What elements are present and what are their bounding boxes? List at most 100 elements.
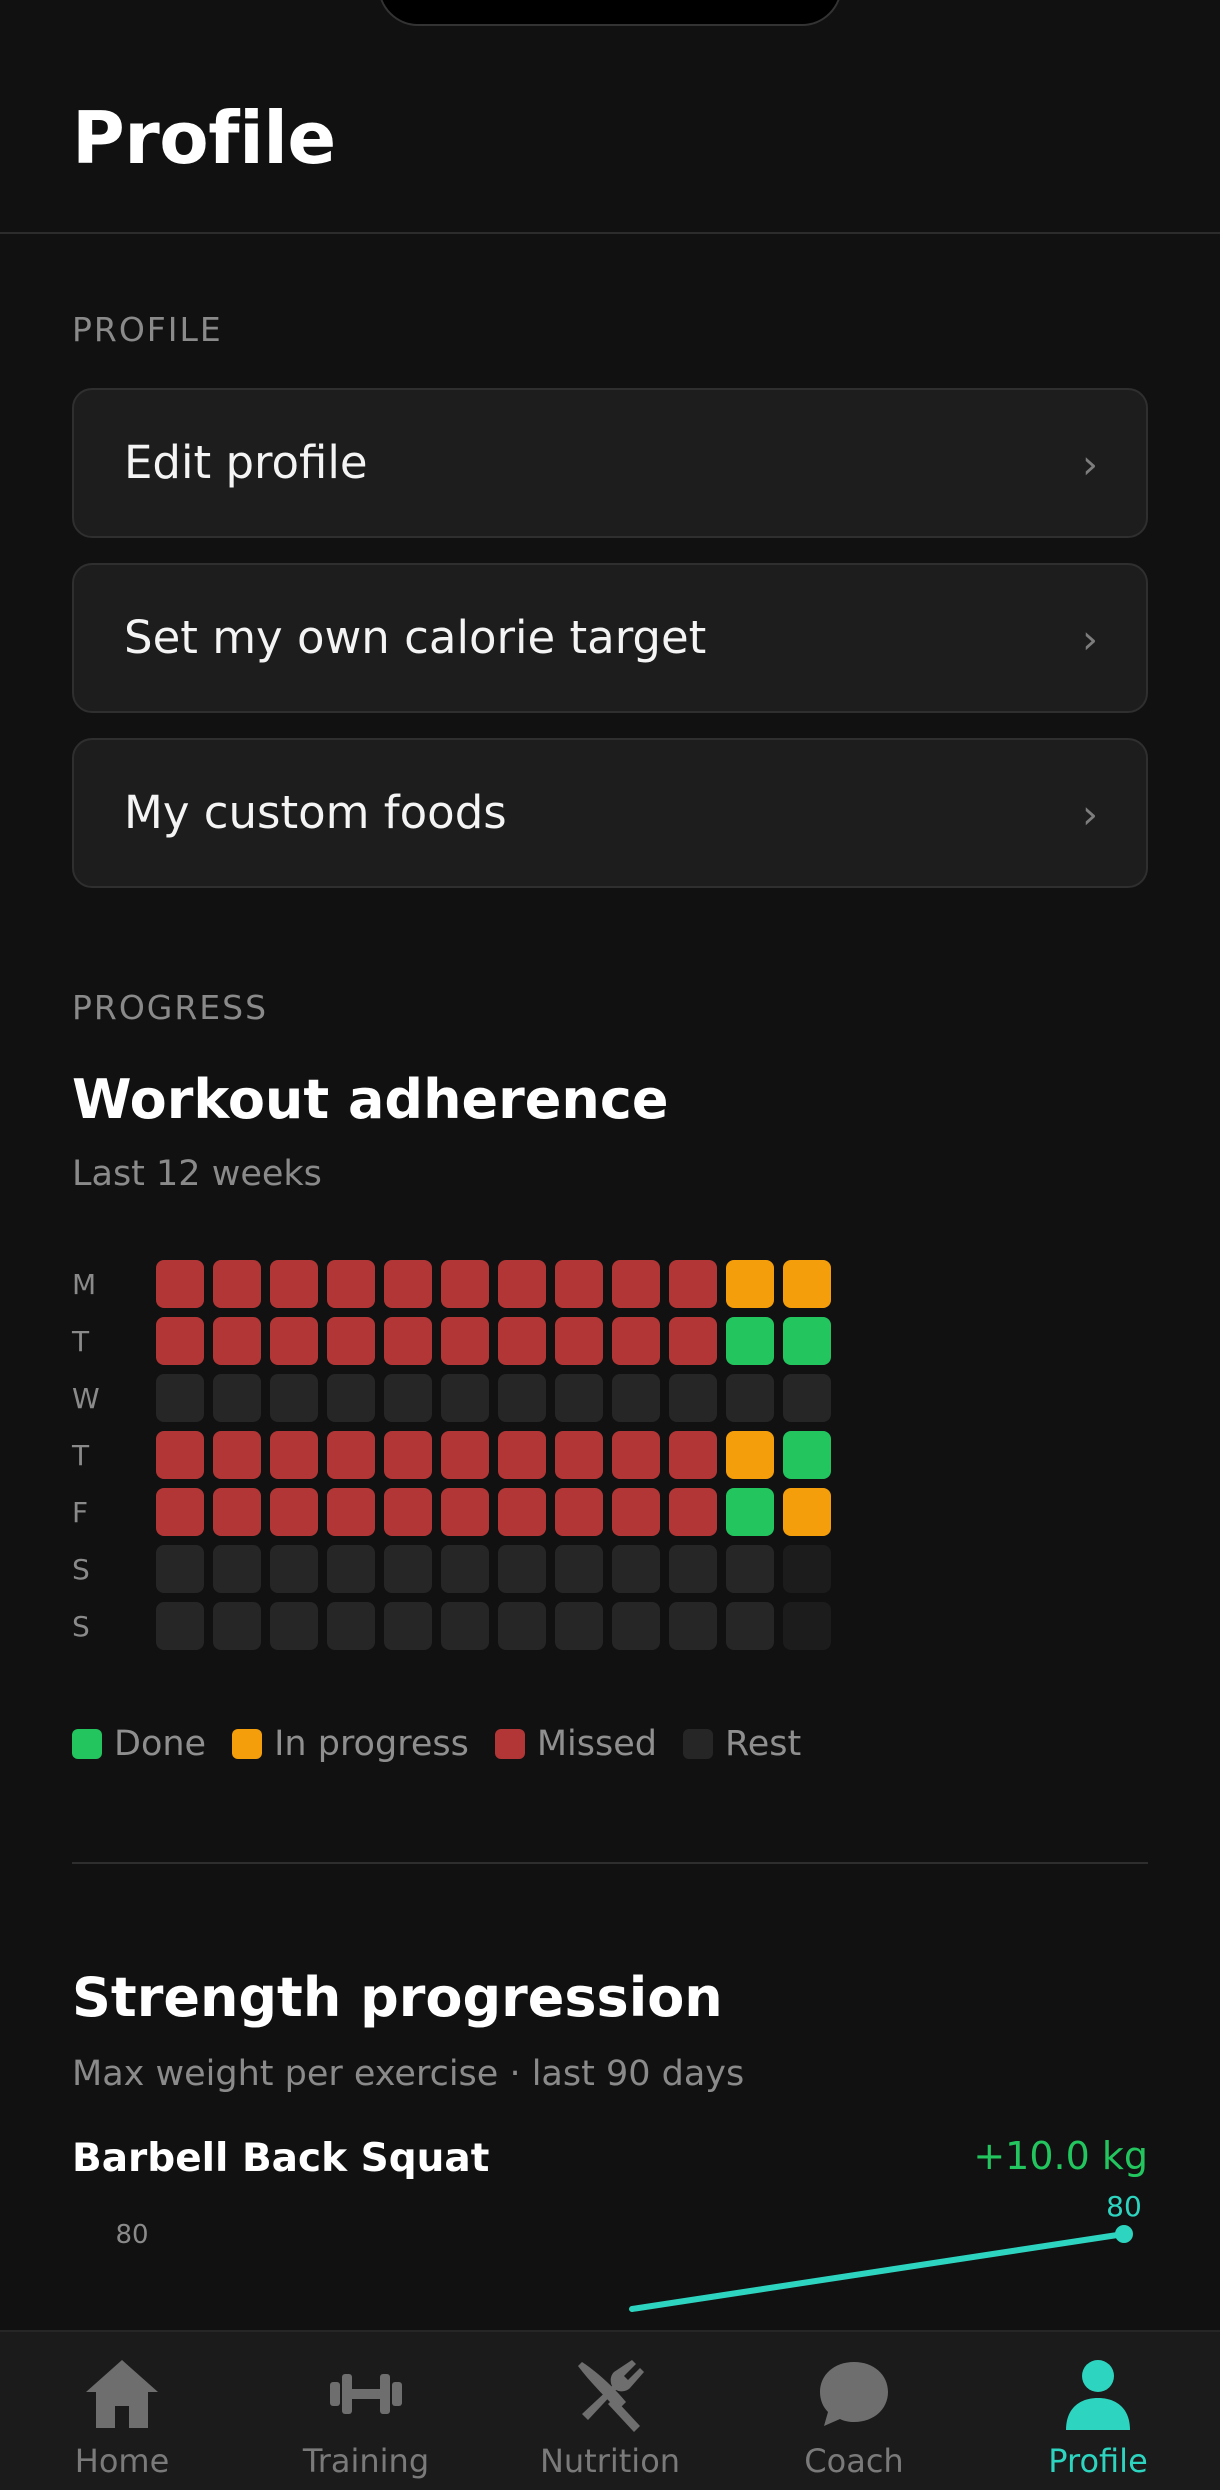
heatmap-cell <box>270 1374 318 1422</box>
heatmap-cell <box>327 1431 375 1479</box>
legend-swatch <box>494 1729 525 1759</box>
legend-label: Done <box>114 1724 207 1764</box>
heatmap-cell <box>498 1317 546 1365</box>
series-line <box>629 2231 1127 2312</box>
heatmap-cell <box>441 1488 489 1536</box>
heatmap-cell <box>384 1602 432 1650</box>
heatmap-cell <box>726 1260 774 1308</box>
tab-nutrition[interactable]: Nutrition <box>488 2332 732 2490</box>
day-label: T <box>72 1439 90 1472</box>
exercise-name: Barbell Back Squat <box>72 2136 490 2181</box>
heatmap-cell <box>384 1260 432 1308</box>
heatmap-cell <box>669 1317 717 1365</box>
heatmap-cell <box>270 1260 318 1308</box>
heatmap-cell <box>612 1374 660 1422</box>
adherence-subtitle: Last 12 weeks <box>72 1154 322 1194</box>
legend-swatch <box>232 1729 263 1759</box>
person-icon <box>1066 2360 1130 2430</box>
section-label-profile: PROFILE <box>72 310 223 349</box>
heatmap-cell <box>441 1545 489 1593</box>
legend-swatch <box>72 1729 102 1759</box>
chevron-right-icon: › <box>1082 442 1098 488</box>
heatmap-cell <box>669 1431 717 1479</box>
legend-label: In progress <box>274 1724 469 1764</box>
page-title: Profile <box>72 96 336 180</box>
heatmap-cell <box>270 1602 318 1650</box>
heatmap-legend: Done In progress Missed Rest <box>72 1724 827 1764</box>
heatmap-cell <box>156 1488 204 1536</box>
heatmap-cell <box>669 1602 717 1650</box>
heatmap-cell <box>783 1260 831 1308</box>
heatmap-cell <box>498 1431 546 1479</box>
heatmap-cell <box>498 1488 546 1536</box>
menu-item-label: Set my own calorie target <box>124 611 707 664</box>
tab-home[interactable]: Home <box>0 2332 244 2490</box>
heatmap-cell <box>555 1602 603 1650</box>
heatmap-cell <box>726 1488 774 1536</box>
heatmap-cell <box>498 1545 546 1593</box>
heatmap-cell <box>726 1317 774 1365</box>
heatmap-cell <box>441 1374 489 1422</box>
heatmap-cell <box>156 1317 204 1365</box>
heatmap-cell <box>555 1317 603 1365</box>
heatmap-cell <box>498 1260 546 1308</box>
custom-foods-button[interactable]: My custom foods › <box>72 738 1148 888</box>
heatmap-cell <box>213 1488 261 1536</box>
heatmap-cell <box>669 1488 717 1536</box>
heatmap-cell <box>498 1602 546 1650</box>
heatmap-cell <box>555 1431 603 1479</box>
heatmap-cell <box>441 1602 489 1650</box>
header: Profile <box>0 0 1220 234</box>
strength-chart: 80 80 <box>115 2190 1142 2312</box>
heatmap-cell <box>156 1602 204 1650</box>
heatmap-cell <box>612 1488 660 1536</box>
heatmap-cell <box>327 1317 375 1365</box>
day-label: S <box>72 1553 90 1586</box>
home-icon <box>86 2360 158 2428</box>
heatmap-cell <box>384 1431 432 1479</box>
exercise-delta: +10.0 kg <box>973 2134 1148 2178</box>
tab-label: Nutrition <box>539 2442 681 2480</box>
heatmap-cell <box>669 1260 717 1308</box>
heatmap-cell <box>384 1317 432 1365</box>
fork-knife-icon <box>578 2360 644 2432</box>
legend-swatch <box>682 1729 713 1759</box>
heatmap-cell <box>156 1374 204 1422</box>
calorie-target-button[interactable]: Set my own calorie target › <box>72 563 1148 713</box>
heatmap-cell <box>327 1260 375 1308</box>
heatmap-cell <box>555 1374 603 1422</box>
adherence-title: Workout adherence <box>72 1068 669 1131</box>
chat-bubble-icon <box>820 2362 888 2426</box>
data-label: 80 <box>1106 2190 1142 2223</box>
heatmap-cell <box>555 1488 603 1536</box>
tab-coach[interactable]: Coach <box>732 2332 976 2490</box>
dumbbell-icon <box>330 2374 402 2414</box>
heatmap-cell <box>213 1260 261 1308</box>
strength-subtitle: Max weight per exercise · last 90 days <box>72 2054 745 2094</box>
day-label: W <box>72 1382 100 1415</box>
tab-bar: Home Training Nutrition Coach Profile <box>0 2330 1220 2490</box>
heatmap-cell <box>156 1545 204 1593</box>
tab-label: Home <box>74 2442 170 2480</box>
strength-title: Strength progression <box>72 1966 723 2029</box>
heatmap-cell <box>783 1545 831 1593</box>
day-label: M <box>72 1268 97 1301</box>
heatmap-cell <box>213 1545 261 1593</box>
heatmap-cell <box>726 1431 774 1479</box>
edit-profile-button[interactable]: Edit profile › <box>72 388 1148 538</box>
heatmap-cell <box>270 1317 318 1365</box>
heatmap-cell <box>327 1374 375 1422</box>
heatmap-cell <box>726 1545 774 1593</box>
heatmap-cell <box>213 1317 261 1365</box>
legend-label: Rest <box>724 1724 802 1764</box>
heatmap-cell <box>612 1431 660 1479</box>
legend-item-rest: Rest <box>682 1724 802 1764</box>
tab-training[interactable]: Training <box>244 2332 488 2490</box>
heatmap-cell <box>213 1602 261 1650</box>
heatmap-cell <box>384 1374 432 1422</box>
legend-item-done: Done <box>72 1724 206 1764</box>
heatmap-cell <box>327 1488 375 1536</box>
heatmap-cell <box>612 1260 660 1308</box>
tab-profile[interactable]: Profile <box>976 2332 1220 2490</box>
menu-item-label: Edit profile <box>124 436 368 489</box>
